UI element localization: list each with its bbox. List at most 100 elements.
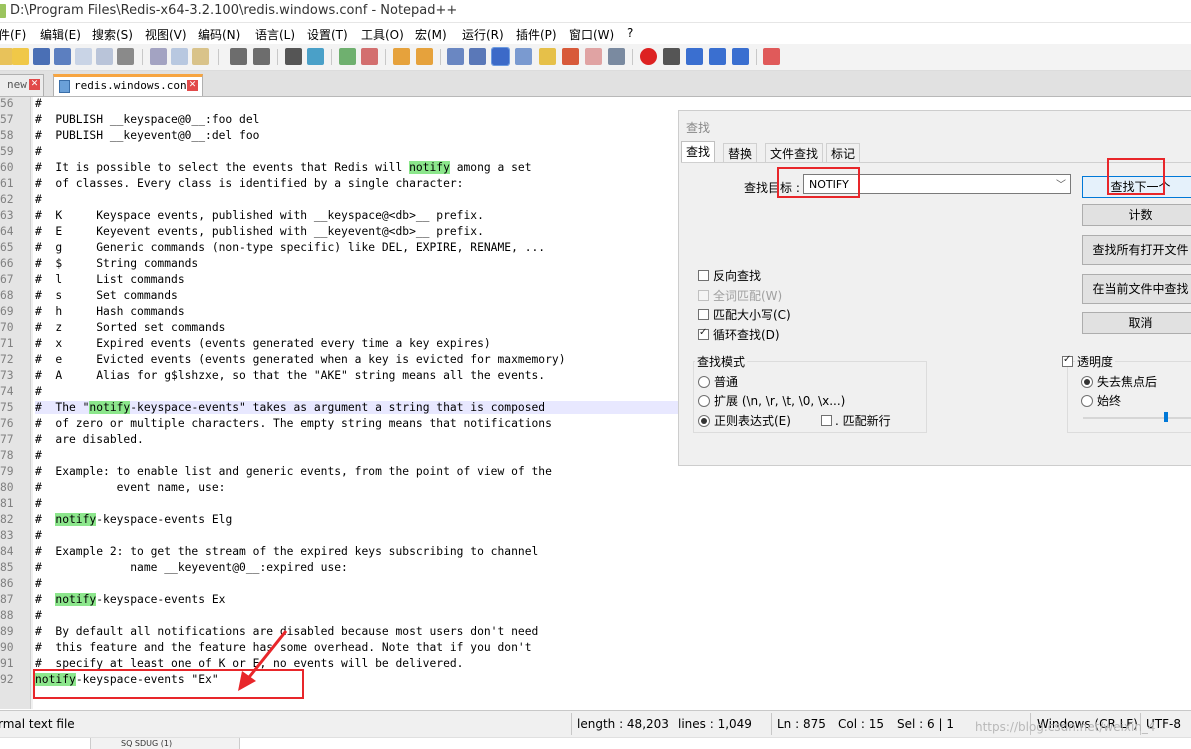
taskbar-item[interactable]: SQ SDUG (1) <box>90 738 240 749</box>
save-all-icon[interactable] <box>54 48 71 65</box>
code-line[interactable]: # Example: to enable list and generic ev… <box>35 465 552 478</box>
menu-help[interactable]: ? <box>627 26 633 40</box>
menu-settings[interactable]: 设置(T) <box>307 26 348 43</box>
mode-extended-radio[interactable] <box>698 395 710 407</box>
stop-macro-icon[interactable] <box>663 48 680 65</box>
menu-encoding[interactable]: 编码(N) <box>198 26 240 43</box>
zoom-out-icon[interactable] <box>361 48 378 65</box>
dot-newline-checkbox[interactable] <box>821 415 832 426</box>
paste-icon[interactable] <box>192 48 209 65</box>
menu-window[interactable]: 窗口(W) <box>569 26 614 43</box>
code-line[interactable]: # <box>35 497 42 510</box>
tab-mark[interactable]: 标记 <box>826 143 861 163</box>
code-line[interactable]: # It is possible to select the events th… <box>35 161 532 174</box>
sync-vertical-icon[interactable] <box>393 48 410 65</box>
replace-icon[interactable] <box>307 48 324 65</box>
spellcheck-icon[interactable] <box>763 48 780 65</box>
code-line[interactable]: # <box>35 193 42 206</box>
menu-plugins[interactable]: 插件(P) <box>516 26 557 43</box>
undo-icon[interactable] <box>230 48 247 65</box>
close-icon[interactable]: ✕ <box>187 80 198 91</box>
tab-new-1[interactable]: new 1 ✕ <box>0 74 44 96</box>
code-line[interactable]: # s Set commands <box>35 289 178 302</box>
word-wrap-icon[interactable] <box>447 48 464 65</box>
monitoring-icon[interactable] <box>608 48 625 65</box>
code-line[interactable]: # <box>35 529 42 542</box>
menu-tools[interactable]: 工具(O) <box>361 26 404 43</box>
code-line[interactable]: # PUBLISH __keyspace@0__:foo del <box>35 113 259 126</box>
count-button[interactable]: 计数 <box>1082 204 1191 226</box>
find-all-open-docs-button[interactable]: 查找所有打开文件 <box>1082 235 1191 265</box>
indent-guide-icon[interactable] <box>491 47 510 66</box>
menu-search[interactable]: 搜索(S) <box>92 26 133 43</box>
code-line[interactable]: # <box>35 577 42 590</box>
doc-map-icon[interactable] <box>539 48 556 65</box>
code-line[interactable]: # <box>35 449 42 462</box>
code-line[interactable]: # l List commands <box>35 273 185 286</box>
save-icon[interactable] <box>33 48 50 65</box>
code-line[interactable]: # are disabled. <box>35 433 144 446</box>
whole-word-checkbox[interactable] <box>698 290 709 301</box>
save-macro-icon[interactable] <box>732 48 749 65</box>
match-case-checkbox[interactable] <box>698 309 709 320</box>
code-line[interactable]: # notify-keyspace-events Ex <box>35 593 225 606</box>
code-line[interactable]: # E Keyevent events, published with __ke… <box>35 225 484 238</box>
sync-horizontal-icon[interactable] <box>416 48 433 65</box>
wrap-around-checkbox[interactable] <box>698 327 709 340</box>
code-line[interactable]: # A Alias for g$lshzxe, so that the "AKE… <box>35 369 545 382</box>
cut-icon[interactable] <box>150 48 167 65</box>
transparency-slider-thumb[interactable] <box>1164 412 1168 422</box>
menu-language[interactable]: 语言(L) <box>255 26 295 43</box>
folder-workspace-icon[interactable] <box>585 48 602 65</box>
tab-redis-windows-conf[interactable]: redis.windows.conf ✕ <box>53 74 203 96</box>
menu-file[interactable]: 件(F) <box>0 26 26 43</box>
code-line[interactable]: # g Generic commands (non-type specific)… <box>35 241 545 254</box>
tab-replace[interactable]: 替换 <box>723 143 758 163</box>
menu-edit[interactable]: 编辑(E) <box>40 26 81 43</box>
zoom-in-icon[interactable] <box>339 48 356 65</box>
tab-find-in-files[interactable]: 文件查找 <box>765 143 824 163</box>
copy-icon[interactable] <box>171 48 188 65</box>
close-all-icon[interactable] <box>96 48 113 65</box>
close-icon[interactable]: ✕ <box>29 79 40 90</box>
code-line[interactable]: # <box>35 97 42 110</box>
transparency-slider[interactable] <box>1083 417 1191 419</box>
show-all-chars-icon[interactable] <box>469 48 486 65</box>
code-line[interactable]: # z Sorted set commands <box>35 321 225 334</box>
language-icon[interactable] <box>515 48 532 65</box>
menu-view[interactable]: 视图(V) <box>145 26 187 43</box>
code-line[interactable]: # $ String commands <box>35 257 198 270</box>
code-line[interactable]: # e Evicted events (events generated whe… <box>35 353 566 366</box>
cancel-button[interactable]: 取消 <box>1082 312 1191 334</box>
transparency-checkbox[interactable] <box>1062 354 1073 367</box>
code-line[interactable]: # <box>35 385 42 398</box>
play-macro-icon[interactable] <box>686 48 703 65</box>
menu-run[interactable]: 运行(R) <box>462 26 504 43</box>
print-icon[interactable] <box>117 48 134 65</box>
code-line[interactable]: # notify-keyspace-events Elg <box>35 513 232 526</box>
code-line[interactable]: # PUBLISH __keyevent@0__:del foo <box>35 129 259 142</box>
code-line[interactable]: # of zero or multiple characters. The em… <box>35 417 552 430</box>
chevron-down-icon[interactable]: ﹀ <box>1056 176 1066 191</box>
code-line[interactable]: # event name, use: <box>35 481 225 494</box>
mode-normal-radio[interactable] <box>698 376 710 388</box>
code-line[interactable]: # name __keyevent@0__:expired use: <box>35 561 348 574</box>
backward-checkbox[interactable] <box>698 270 709 281</box>
on-lose-focus-radio[interactable] <box>1081 376 1093 388</box>
find-icon[interactable] <box>285 48 302 65</box>
code-line[interactable]: # x Expired events (events generated eve… <box>35 337 491 350</box>
redo-icon[interactable] <box>253 48 270 65</box>
code-line[interactable]: # of classes. Every class is identified … <box>35 177 463 190</box>
code-line[interactable]: # h Hash commands <box>35 305 185 318</box>
tab-find[interactable]: 查找 <box>681 141 716 163</box>
always-radio[interactable] <box>1081 395 1093 407</box>
function-list-icon[interactable] <box>562 48 579 65</box>
code-line[interactable]: # <box>35 145 42 158</box>
code-line[interactable]: # <box>35 609 42 622</box>
mode-regex-radio[interactable] <box>698 415 710 427</box>
close-icon[interactable] <box>75 48 92 65</box>
code-line[interactable]: # K Keyspace events, published with __ke… <box>35 209 484 222</box>
record-macro-icon[interactable] <box>640 48 657 65</box>
open-file-icon[interactable] <box>12 48 29 65</box>
code-line[interactable]: # Example 2: to get the stream of the ex… <box>35 545 538 558</box>
